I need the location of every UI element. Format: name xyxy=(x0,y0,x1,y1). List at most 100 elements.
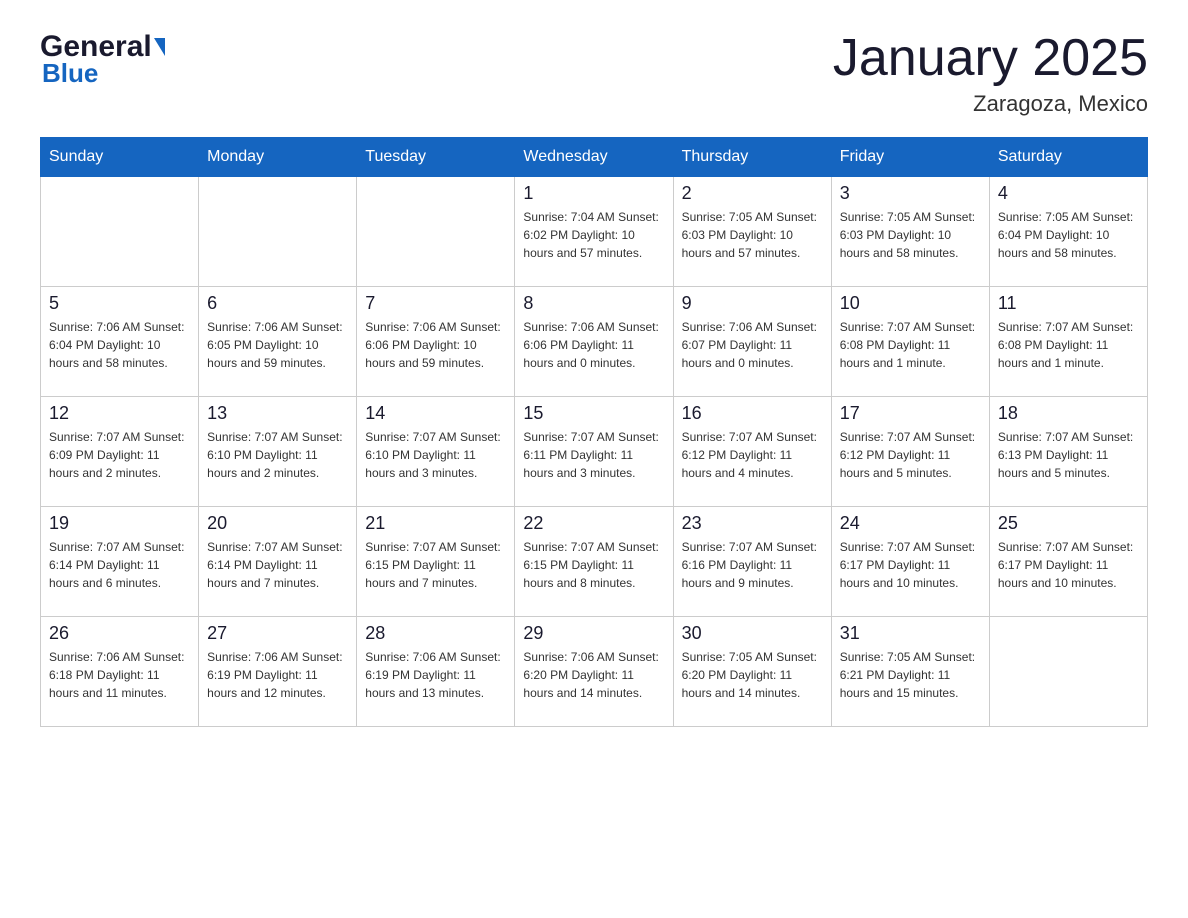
day-info: Sunrise: 7:05 AM Sunset: 6:04 PM Dayligh… xyxy=(998,208,1139,262)
day-info: Sunrise: 7:06 AM Sunset: 6:19 PM Dayligh… xyxy=(207,648,348,702)
day-info: Sunrise: 7:07 AM Sunset: 6:15 PM Dayligh… xyxy=(365,538,506,592)
calendar-cell: 27 Sunrise: 7:06 AM Sunset: 6:19 PM Dayli… xyxy=(199,617,357,727)
day-number: 31 xyxy=(840,623,981,644)
day-number: 28 xyxy=(365,623,506,644)
calendar-week-row: 19 Sunrise: 7:07 AM Sunset: 6:14 PM Dayli… xyxy=(41,507,1148,617)
calendar-cell: 17 Sunrise: 7:07 AM Sunset: 6:12 PM Dayli… xyxy=(831,397,989,507)
day-number: 22 xyxy=(523,513,664,534)
day-number: 4 xyxy=(998,183,1139,204)
day-info: Sunrise: 7:06 AM Sunset: 6:18 PM Dayligh… xyxy=(49,648,190,702)
calendar-cell: 4 Sunrise: 7:05 AM Sunset: 6:04 PM Daylig… xyxy=(989,177,1147,287)
day-number: 30 xyxy=(682,623,823,644)
calendar-week-row: 5 Sunrise: 7:06 AM Sunset: 6:04 PM Daylig… xyxy=(41,287,1148,397)
day-info: Sunrise: 7:04 AM Sunset: 6:02 PM Dayligh… xyxy=(523,208,664,262)
day-number: 3 xyxy=(840,183,981,204)
day-info: Sunrise: 7:06 AM Sunset: 6:06 PM Dayligh… xyxy=(523,318,664,372)
day-info: Sunrise: 7:07 AM Sunset: 6:10 PM Dayligh… xyxy=(365,428,506,482)
day-info: Sunrise: 7:05 AM Sunset: 6:21 PM Dayligh… xyxy=(840,648,981,702)
day-number: 25 xyxy=(998,513,1139,534)
day-info: Sunrise: 7:07 AM Sunset: 6:13 PM Dayligh… xyxy=(998,428,1139,482)
calendar-week-row: 12 Sunrise: 7:07 AM Sunset: 6:09 PM Dayli… xyxy=(41,397,1148,507)
logo: General Blue xyxy=(40,30,165,89)
day-info: Sunrise: 7:07 AM Sunset: 6:16 PM Dayligh… xyxy=(682,538,823,592)
day-number: 16 xyxy=(682,403,823,424)
calendar-cell: 6 Sunrise: 7:06 AM Sunset: 6:05 PM Daylig… xyxy=(199,287,357,397)
calendar-cell: 31 Sunrise: 7:05 AM Sunset: 6:21 PM Dayli… xyxy=(831,617,989,727)
day-number: 12 xyxy=(49,403,190,424)
calendar-cell: 15Sunrise: 7:07 AM Sunset: 6:11 PM Dayli… xyxy=(515,397,673,507)
col-header-tuesday: Tuesday xyxy=(357,138,515,177)
calendar-cell: 11 Sunrise: 7:07 AM Sunset: 6:08 PM Dayli… xyxy=(989,287,1147,397)
day-info: Sunrise: 7:07 AM Sunset: 6:12 PM Dayligh… xyxy=(682,428,823,482)
day-info: Sunrise: 7:07 AM Sunset: 6:17 PM Dayligh… xyxy=(998,538,1139,592)
day-number: 20 xyxy=(207,513,348,534)
logo-blue-text: Blue xyxy=(42,58,165,89)
day-info: Sunrise: 7:06 AM Sunset: 6:20 PM Dayligh… xyxy=(523,648,664,702)
col-header-saturday: Saturday xyxy=(989,138,1147,177)
day-number: 13 xyxy=(207,403,348,424)
calendar-cell: 3 Sunrise: 7:05 AM Sunset: 6:03 PM Daylig… xyxy=(831,177,989,287)
day-number: 5 xyxy=(49,293,190,314)
col-header-monday: Monday xyxy=(199,138,357,177)
col-header-sunday: Sunday xyxy=(41,138,199,177)
logo-arrow-icon xyxy=(154,38,165,56)
day-info: Sunrise: 7:07 AM Sunset: 6:15 PM Dayligh… xyxy=(523,538,664,592)
day-info: Sunrise: 7:06 AM Sunset: 6:04 PM Dayligh… xyxy=(49,318,190,372)
day-info: Sunrise: 7:06 AM Sunset: 6:06 PM Dayligh… xyxy=(365,318,506,372)
day-info: Sunrise: 7:06 AM Sunset: 6:19 PM Dayligh… xyxy=(365,648,506,702)
calendar-cell: 7Sunrise: 7:06 AM Sunset: 6:06 PM Daylig… xyxy=(357,287,515,397)
day-info: Sunrise: 7:07 AM Sunset: 6:11 PM Dayligh… xyxy=(523,428,664,482)
calendar-cell: 2Sunrise: 7:05 AM Sunset: 6:03 PM Daylig… xyxy=(673,177,831,287)
calendar-cell: 13 Sunrise: 7:07 AM Sunset: 6:10 PM Dayli… xyxy=(199,397,357,507)
day-info: Sunrise: 7:05 AM Sunset: 6:03 PM Dayligh… xyxy=(840,208,981,262)
day-number: 24 xyxy=(840,513,981,534)
calendar-cell: 1 Sunrise: 7:04 AM Sunset: 6:02 PM Daylig… xyxy=(515,177,673,287)
day-info: Sunrise: 7:07 AM Sunset: 6:17 PM Dayligh… xyxy=(840,538,981,592)
col-header-wednesday: Wednesday xyxy=(515,138,673,177)
day-number: 29 xyxy=(523,623,664,644)
calendar-cell: 18 Sunrise: 7:07 AM Sunset: 6:13 PM Dayli… xyxy=(989,397,1147,507)
calendar-cell xyxy=(199,177,357,287)
day-info: Sunrise: 7:07 AM Sunset: 6:08 PM Dayligh… xyxy=(998,318,1139,372)
day-number: 8 xyxy=(523,293,664,314)
day-number: 23 xyxy=(682,513,823,534)
day-info: Sunrise: 7:06 AM Sunset: 6:05 PM Dayligh… xyxy=(207,318,348,372)
col-header-thursday: Thursday xyxy=(673,138,831,177)
calendar-week-row: 1 Sunrise: 7:04 AM Sunset: 6:02 PM Daylig… xyxy=(41,177,1148,287)
calendar-title: January 2025 xyxy=(833,30,1148,87)
day-info: Sunrise: 7:07 AM Sunset: 6:10 PM Dayligh… xyxy=(207,428,348,482)
day-number: 11 xyxy=(998,293,1139,314)
calendar-cell: 23 Sunrise: 7:07 AM Sunset: 6:16 PM Dayli… xyxy=(673,507,831,617)
calendar-cell: 19 Sunrise: 7:07 AM Sunset: 6:14 PM Dayli… xyxy=(41,507,199,617)
day-number: 14 xyxy=(365,403,506,424)
calendar-cell: 24 Sunrise: 7:07 AM Sunset: 6:17 PM Dayli… xyxy=(831,507,989,617)
calendar-week-row: 26Sunrise: 7:06 AM Sunset: 6:18 PM Dayli… xyxy=(41,617,1148,727)
day-number: 9 xyxy=(682,293,823,314)
day-number: 1 xyxy=(523,183,664,204)
day-info: Sunrise: 7:07 AM Sunset: 6:09 PM Dayligh… xyxy=(49,428,190,482)
day-number: 18 xyxy=(998,403,1139,424)
calendar-cell: 22 Sunrise: 7:07 AM Sunset: 6:15 PM Dayli… xyxy=(515,507,673,617)
calendar-cell: 9Sunrise: 7:06 AM Sunset: 6:07 PM Daylig… xyxy=(673,287,831,397)
calendar-cell: 14 Sunrise: 7:07 AM Sunset: 6:10 PM Dayli… xyxy=(357,397,515,507)
day-info: Sunrise: 7:07 AM Sunset: 6:08 PM Dayligh… xyxy=(840,318,981,372)
day-info: Sunrise: 7:07 AM Sunset: 6:14 PM Dayligh… xyxy=(49,538,190,592)
day-number: 17 xyxy=(840,403,981,424)
calendar-cell: 8 Sunrise: 7:06 AM Sunset: 6:06 PM Daylig… xyxy=(515,287,673,397)
calendar-cell xyxy=(41,177,199,287)
day-number: 27 xyxy=(207,623,348,644)
calendar-cell: 28 Sunrise: 7:06 AM Sunset: 6:19 PM Dayli… xyxy=(357,617,515,727)
calendar-header-row: SundayMondayTuesdayWednesdayThursdayFrid… xyxy=(41,138,1148,177)
day-info: Sunrise: 7:07 AM Sunset: 6:12 PM Dayligh… xyxy=(840,428,981,482)
calendar-cell: 10Sunrise: 7:07 AM Sunset: 6:08 PM Dayli… xyxy=(831,287,989,397)
calendar-table: SundayMondayTuesdayWednesdayThursdayFrid… xyxy=(40,137,1148,727)
calendar-cell: 20 Sunrise: 7:07 AM Sunset: 6:14 PM Dayli… xyxy=(199,507,357,617)
calendar-cell: 16 Sunrise: 7:07 AM Sunset: 6:12 PM Dayli… xyxy=(673,397,831,507)
day-number: 21 xyxy=(365,513,506,534)
day-info: Sunrise: 7:07 AM Sunset: 6:14 PM Dayligh… xyxy=(207,538,348,592)
day-number: 19 xyxy=(49,513,190,534)
day-number: 6 xyxy=(207,293,348,314)
calendar-cell: 26Sunrise: 7:06 AM Sunset: 6:18 PM Dayli… xyxy=(41,617,199,727)
day-info: Sunrise: 7:05 AM Sunset: 6:20 PM Dayligh… xyxy=(682,648,823,702)
calendar-subtitle: Zaragoza, Mexico xyxy=(833,91,1148,117)
